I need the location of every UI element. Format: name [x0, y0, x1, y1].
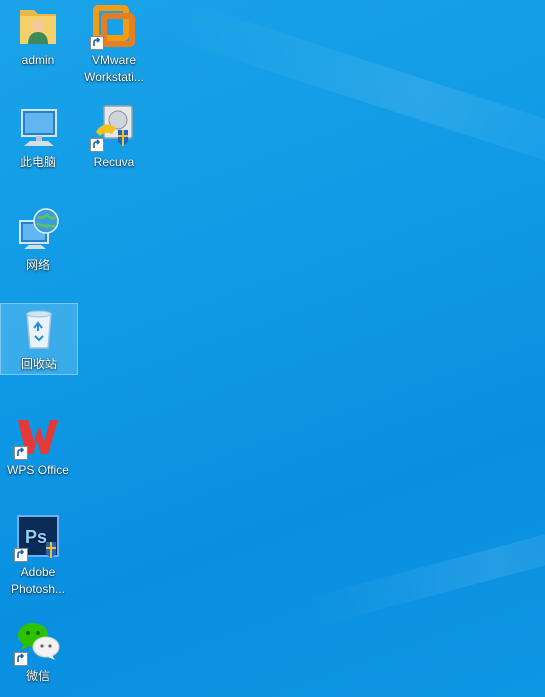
desktop-icon-label: 网络	[25, 258, 50, 272]
desktop-icon-recycle-bin[interactable]: 回收站	[0, 303, 78, 375]
shortcut-arrow-icon	[90, 36, 104, 50]
shortcut-arrow-icon	[14, 548, 28, 562]
desktop-icon-label: Adobe Photosh...	[10, 565, 66, 596]
desktop-icon-wechat[interactable]: 微信	[0, 616, 76, 685]
vmware-workstation-icon	[90, 2, 138, 50]
svg-text:Ps: Ps	[25, 527, 47, 547]
computer-icon	[14, 104, 62, 152]
user-folder-icon	[14, 2, 62, 50]
desktop-icon-vmware[interactable]: VMware Workstati...	[76, 0, 152, 86]
desktop-icon-label: 回收站	[20, 357, 57, 371]
desktop-icon-label: admin	[21, 53, 55, 67]
wps-office-icon	[14, 412, 62, 460]
shortcut-arrow-icon	[14, 652, 28, 666]
recuva-icon	[90, 104, 138, 152]
wallpaper-beam	[167, 0, 545, 199]
shortcut-arrow-icon	[14, 446, 28, 460]
desktop-icon-photoshop[interactable]: Ps Adobe Photosh...	[0, 512, 76, 598]
network-globe-icon	[14, 207, 62, 255]
desktop-icon-label: 微信	[25, 669, 50, 683]
desktop-icon-recuva[interactable]: Recuva	[76, 102, 152, 171]
desktop-icon-label: WPS Office	[7, 463, 69, 477]
photoshop-icon: Ps	[14, 514, 62, 562]
wallpaper-beam	[300, 496, 545, 629]
desktop-icon-label: 此电脑	[19, 155, 56, 169]
shortcut-arrow-icon	[90, 138, 104, 152]
desktop-icon-wps-office[interactable]: WPS Office	[0, 410, 76, 479]
recycle-bin-icon	[15, 306, 63, 354]
wechat-icon	[14, 618, 62, 666]
desktop-icon-label: VMware Workstati...	[84, 53, 144, 84]
desktop-icon-this-pc[interactable]: 此电脑	[0, 102, 76, 171]
desktop-icon-label: Recuva	[93, 155, 135, 169]
desktop-icon-network[interactable]: 网络	[0, 205, 76, 274]
desktop-icon-admin[interactable]: admin	[0, 0, 76, 69]
